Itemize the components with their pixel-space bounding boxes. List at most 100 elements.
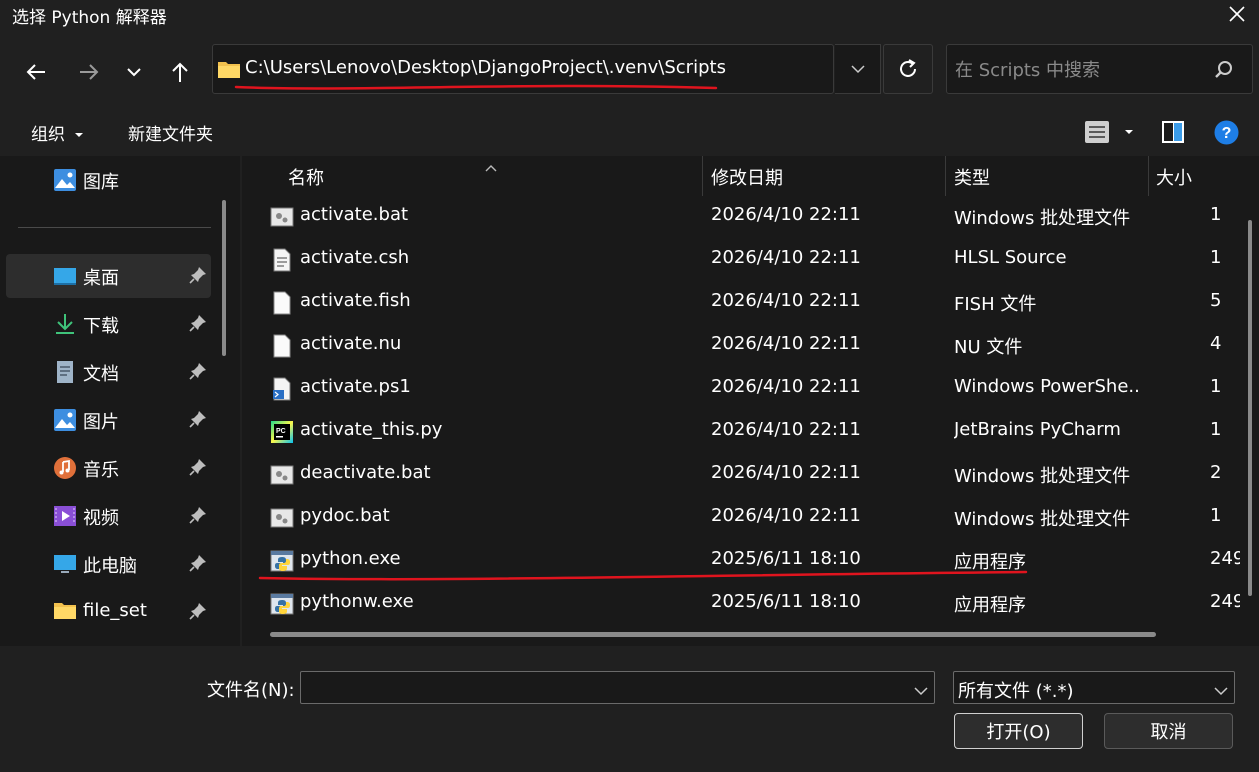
search-box[interactable] bbox=[946, 44, 1253, 94]
view-options-button[interactable] bbox=[1084, 120, 1134, 149]
sidebar-item-label: 文档 bbox=[83, 364, 119, 385]
column-header-modified[interactable]: 修改日期 bbox=[711, 164, 783, 190]
sidebar-scrollbar[interactable] bbox=[222, 200, 226, 356]
sidebar-divider bbox=[18, 227, 211, 228]
navigation-pane: 图库 桌面 下载 文档 图片 音乐 视频 此电脑 file_set bbox=[0, 156, 240, 646]
pin-icon[interactable] bbox=[189, 362, 207, 385]
pin-icon[interactable] bbox=[189, 266, 207, 289]
file-row-activate-csh[interactable]: activate.csh 2026/4/10 22:11 HLSL Source… bbox=[242, 238, 1259, 281]
file-size: 4 bbox=[1210, 333, 1222, 354]
address-bar[interactable]: C:\Users\Lenovo\Desktop\DjangoProject\.v… bbox=[212, 44, 834, 94]
file-size: 5 bbox=[1210, 290, 1222, 311]
file-name: python.exe bbox=[300, 548, 401, 569]
file-row-activate-nu[interactable]: activate.nu 2026/4/10 22:11 NU 文件 4 bbox=[242, 324, 1259, 367]
file-type: FISH 文件 bbox=[954, 294, 1037, 315]
gallery-icon bbox=[53, 168, 77, 192]
file-type-select[interactable]: 所有文件 (*.*) bbox=[953, 671, 1235, 704]
vertical-scrollbar[interactable] bbox=[1248, 220, 1252, 596]
powershell-file-icon bbox=[270, 377, 294, 401]
command-bar: 组织 新建文件夹 ? bbox=[0, 108, 1259, 156]
back-arrow-icon[interactable] bbox=[20, 56, 52, 88]
horizontal-scrollbar[interactable] bbox=[270, 632, 1156, 637]
preview-pane-button[interactable] bbox=[1161, 120, 1185, 149]
column-header-name[interactable]: 名称 bbox=[288, 164, 324, 190]
file-type: NU 文件 bbox=[954, 337, 1023, 358]
pin-icon[interactable] bbox=[189, 458, 207, 481]
help-button[interactable]: ? bbox=[1214, 120, 1239, 150]
file-row-pythonw-exe[interactable]: pythonw.exe 2025/6/11 18:10 应用程序 249 bbox=[242, 582, 1259, 625]
file-type-selected: 所有文件 (*.*) bbox=[958, 681, 1074, 702]
close-icon[interactable] bbox=[1225, 2, 1249, 26]
pin-icon[interactable] bbox=[189, 506, 207, 529]
pin-icon[interactable] bbox=[189, 410, 207, 433]
pin-icon[interactable] bbox=[189, 314, 207, 337]
recent-locations-chevron-icon[interactable] bbox=[118, 56, 150, 88]
file-name: activate.nu bbox=[300, 333, 402, 354]
forward-arrow-icon[interactable] bbox=[73, 56, 105, 88]
batch-file-icon bbox=[270, 205, 294, 229]
file-row-activate-ps1[interactable]: activate.ps1 2026/4/10 22:11 Windows Pow… bbox=[242, 367, 1259, 410]
sidebar-item-downloads[interactable]: 下载 bbox=[6, 302, 211, 346]
file-size: 1 bbox=[1210, 419, 1222, 440]
sidebar-item-pictures[interactable]: 图片 bbox=[6, 398, 211, 442]
document-icon bbox=[53, 360, 77, 384]
open-button[interactable]: 打开(O) bbox=[954, 713, 1083, 749]
address-history-dropdown[interactable] bbox=[835, 44, 881, 94]
file-name: activate.bat bbox=[300, 204, 409, 225]
file-row-activate-fish[interactable]: activate.fish 2026/4/10 22:11 FISH 文件 5 bbox=[242, 281, 1259, 324]
window-title: 选择 Python 解释器 bbox=[12, 8, 167, 28]
sidebar-item-music[interactable]: 音乐 bbox=[6, 446, 211, 490]
filename-input[interactable] bbox=[300, 671, 935, 704]
column-header-size[interactable]: 大小 bbox=[1156, 164, 1192, 190]
file-row-python-exe[interactable]: python.exe 2025/6/11 18:10 应用程序 249 bbox=[242, 539, 1259, 582]
up-arrow-icon[interactable] bbox=[164, 56, 196, 88]
chevron-down-icon[interactable] bbox=[914, 680, 928, 701]
file-type: 应用程序 bbox=[954, 552, 1026, 573]
pin-icon[interactable] bbox=[189, 602, 207, 625]
column-divider[interactable] bbox=[1148, 156, 1149, 196]
file-size: 2 bbox=[1210, 462, 1222, 483]
file-row-activate-bat[interactable]: activate.bat 2026/4/10 22:11 Windows 批处理… bbox=[242, 195, 1259, 238]
column-divider[interactable] bbox=[945, 156, 946, 196]
file-size: 1 bbox=[1210, 505, 1222, 526]
file-modified: 2025/6/11 18:10 bbox=[711, 591, 861, 612]
sidebar-item-desktop[interactable]: 桌面 bbox=[6, 254, 211, 298]
sort-ascending-icon bbox=[485, 156, 497, 177]
pictures-icon bbox=[53, 408, 77, 432]
search-input[interactable] bbox=[955, 57, 1205, 83]
search-icon[interactable] bbox=[1214, 60, 1234, 85]
sidebar-item-label: 图片 bbox=[83, 412, 119, 433]
sidebar-item-this-pc[interactable]: 此电脑 bbox=[6, 542, 211, 586]
sidebar-item-documents[interactable]: 文档 bbox=[6, 350, 211, 394]
new-folder-button[interactable]: 新建文件夹 bbox=[128, 120, 213, 145]
file-type: 应用程序 bbox=[954, 595, 1026, 616]
column-divider[interactable] bbox=[702, 156, 703, 196]
file-name: activate_this.py bbox=[300, 419, 443, 440]
chevron-down-icon bbox=[1124, 130, 1133, 134]
refresh-button[interactable] bbox=[883, 44, 933, 94]
sidebar-item-file-set[interactable]: file_set bbox=[6, 590, 211, 634]
refresh-icon bbox=[900, 59, 916, 77]
sidebar-item-label: 视频 bbox=[83, 508, 119, 529]
address-path[interactable]: C:\Users\Lenovo\Desktop\DjangoProject\.v… bbox=[245, 57, 726, 78]
list-view-icon bbox=[1085, 121, 1109, 143]
pycharm-file-icon: PC bbox=[270, 420, 294, 444]
file-type: Windows 批处理文件 bbox=[954, 509, 1131, 530]
sidebar-item-videos[interactable]: 视频 bbox=[6, 494, 211, 538]
cancel-button[interactable]: 取消 bbox=[1104, 713, 1233, 749]
file-type: HLSL Source bbox=[954, 247, 1067, 268]
organize-button[interactable]: 组织 bbox=[31, 120, 84, 145]
sidebar-item-label: 此电脑 bbox=[83, 556, 137, 577]
desktop-icon bbox=[53, 264, 77, 288]
file-row-pydoc-bat[interactable]: pydoc.bat 2026/4/10 22:11 Windows 批处理文件 … bbox=[242, 496, 1259, 539]
blank-file-icon bbox=[270, 334, 294, 358]
file-type: Windows 批处理文件 bbox=[954, 466, 1131, 487]
title-bar: 选择 Python 解释器 bbox=[0, 0, 1259, 28]
pin-icon[interactable] bbox=[189, 554, 207, 577]
dialog-footer: 文件名(N): 所有文件 (*.*) 打开(O) 取消 bbox=[0, 646, 1259, 772]
column-header-type[interactable]: 类型 bbox=[954, 164, 990, 190]
file-type: Windows PowerShe... bbox=[954, 376, 1140, 397]
file-row-deactivate-bat[interactable]: deactivate.bat 2026/4/10 22:11 Windows 批… bbox=[242, 453, 1259, 496]
sidebar-item-gallery[interactable]: 图库 bbox=[6, 158, 211, 202]
file-row-activate-this-py[interactable]: PC activate_this.py 2026/4/10 22:11 JetB… bbox=[242, 410, 1259, 453]
